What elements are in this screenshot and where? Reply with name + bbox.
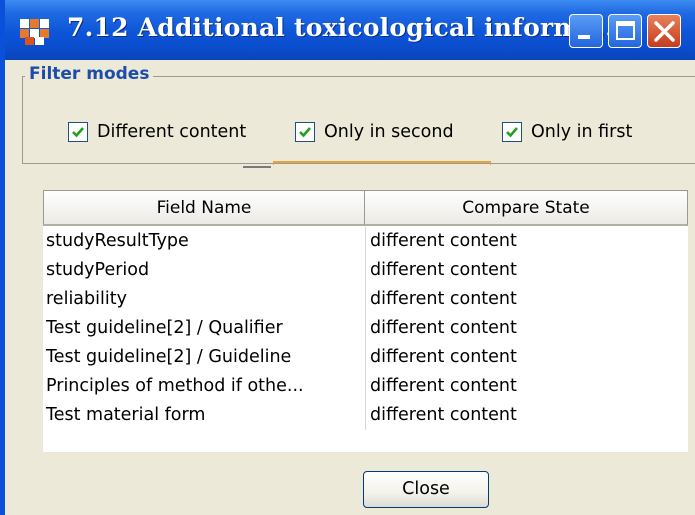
tab-indicator xyxy=(243,166,271,168)
checkbox-label: Only in first xyxy=(531,122,633,142)
compare-state-cell: different content xyxy=(365,256,688,285)
table-row[interactable]: Principles of method if othe... differen… xyxy=(43,372,688,401)
table-row[interactable]: reliability different content xyxy=(43,285,688,314)
close-icon xyxy=(654,21,675,42)
column-header-field-name[interactable]: Field Name xyxy=(43,190,365,226)
checkbox-only-in-second[interactable]: Only in second xyxy=(295,120,454,144)
compare-state-cell: different content xyxy=(365,227,688,256)
maximize-button[interactable] xyxy=(608,14,642,48)
compare-state-cell: different content xyxy=(365,401,688,430)
compare-state-cell: different content xyxy=(365,285,688,314)
app-icon xyxy=(19,16,53,46)
window-title: 7.12 Additional toxicological informa... xyxy=(67,13,624,42)
filter-modes-legend: Filter modes xyxy=(25,64,154,84)
compare-state-cell: different content xyxy=(365,314,688,343)
checkbox-only-in-first[interactable]: Only in first xyxy=(502,120,632,144)
field-name-cell: Test material form xyxy=(46,405,206,425)
check-icon xyxy=(299,127,311,138)
field-name-cell: reliability xyxy=(46,289,127,309)
maximize-icon xyxy=(616,21,635,40)
field-name-cell: Test guideline[2] / Qualifier xyxy=(46,318,283,338)
checkbox[interactable] xyxy=(295,122,315,142)
check-icon xyxy=(72,127,84,138)
close-window-button[interactable] xyxy=(647,14,681,48)
minimize-icon xyxy=(578,35,590,39)
table-row[interactable]: Test guideline[2] / Guideline different … xyxy=(43,343,688,372)
title-bar[interactable]: 7.12 Additional toxicological informa... xyxy=(5,0,695,60)
table-row[interactable]: studyResultType different content xyxy=(43,227,688,256)
field-name-cell: Test guideline[2] / Guideline xyxy=(46,347,292,367)
minimize-button[interactable] xyxy=(569,14,603,48)
field-name-cell: Principles of method if othe... xyxy=(46,376,304,396)
compare-table: Field Name Compare State studyResultType… xyxy=(43,190,688,452)
close-button[interactable]: Close xyxy=(363,471,489,508)
checkbox-label: Different content xyxy=(97,122,247,142)
checkbox[interactable] xyxy=(68,122,88,142)
checkbox-label: Only in second xyxy=(324,122,454,142)
table-row[interactable]: Test material form different content xyxy=(43,401,688,430)
field-name-cell: studyPeriod xyxy=(46,260,150,280)
table-row[interactable]: Test guideline[2] / Qualifier different … xyxy=(43,314,688,343)
check-icon xyxy=(506,127,518,138)
field-name-cell: studyResultType xyxy=(46,231,189,251)
compare-state-cell: different content xyxy=(365,372,688,401)
table-row[interactable]: studyPeriod different content xyxy=(43,256,688,285)
tab-indicator-active xyxy=(273,161,491,165)
compare-dialog: 7.12 Additional toxicological informa...… xyxy=(0,0,695,515)
column-header-compare-state[interactable]: Compare State xyxy=(364,190,688,226)
checkbox[interactable] xyxy=(502,122,522,142)
compare-state-cell: different content xyxy=(365,343,688,372)
checkbox-different-content[interactable]: Different content xyxy=(68,120,246,144)
table-header: Field Name Compare State xyxy=(43,190,688,226)
